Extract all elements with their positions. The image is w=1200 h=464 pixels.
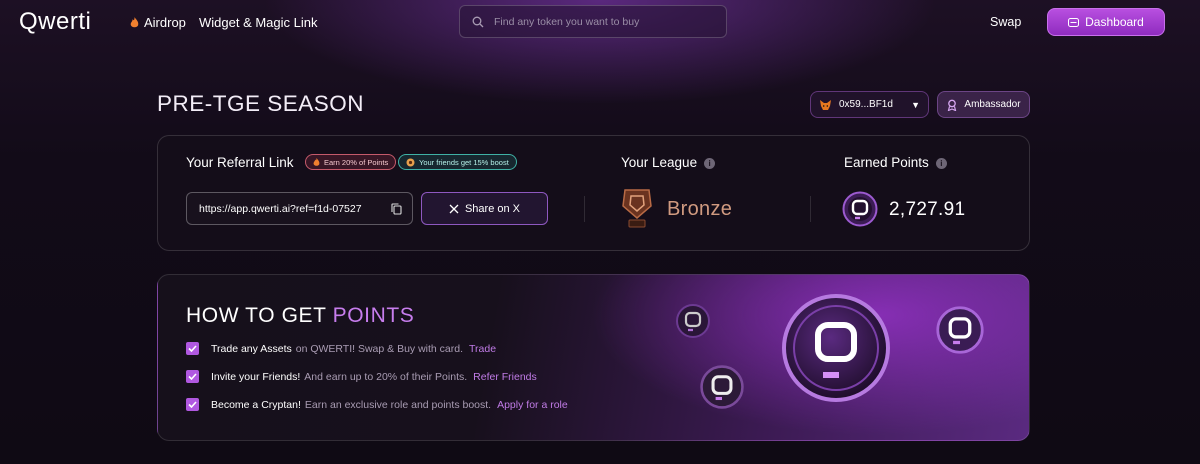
ambassador-icon xyxy=(948,99,957,111)
x-logo-icon xyxy=(449,204,459,213)
share-on-x-button[interactable]: Share on X xyxy=(421,192,548,225)
nav-widget-label: Widget & Magic Link xyxy=(199,15,318,30)
task-item: Trade any Assets on QWERTI! Swap & Buy w… xyxy=(186,342,496,355)
task-description: And earn up to 20% of their Points. xyxy=(304,370,468,383)
earned-points-value: 2,727.91 xyxy=(889,199,966,220)
checkbox-checked-icon xyxy=(186,398,199,411)
wallet-address: 0x59...BF1d xyxy=(839,99,893,110)
task-item: Become a Cryptan! Earn an exclusive role… xyxy=(186,398,568,411)
search-icon xyxy=(472,16,484,27)
task-item: Invite your Friends! And earn up to 20% … xyxy=(186,370,537,383)
flame-icon xyxy=(130,16,139,27)
apply-for-role-link[interactable]: Apply for a role xyxy=(497,399,568,411)
ambassador-label: Ambassador xyxy=(964,99,1021,110)
qwerti-coin-icon xyxy=(700,365,744,409)
season-title: PRE-TGE SEASON xyxy=(157,91,365,116)
copy-icon[interactable] xyxy=(391,203,402,215)
dashboard-label: Dashboard xyxy=(1085,15,1144,29)
how-to-title-main: HOW TO GET xyxy=(186,304,327,327)
flame-icon xyxy=(313,157,320,166)
checkbox-checked-icon xyxy=(186,370,199,383)
share-label: Share on X xyxy=(464,202,521,215)
metamask-fox-icon xyxy=(820,99,831,110)
refer-friends-link[interactable]: Refer Friends xyxy=(473,371,537,383)
trade-link[interactable]: Trade xyxy=(469,343,496,355)
how-to-title-accent: POINTS xyxy=(332,304,415,327)
qwerti-coin-icon xyxy=(936,306,984,354)
info-icon[interactable]: i xyxy=(704,157,716,169)
league-label: Your League i xyxy=(621,155,716,170)
divider xyxy=(584,196,585,222)
dashboard-button[interactable]: Dashboard xyxy=(1047,8,1165,36)
league-name: Bronze xyxy=(667,198,733,220)
qwerti-coin-icon xyxy=(842,191,878,227)
referral-card: Your Referral Link Earn 20% of Points Yo… xyxy=(157,135,1030,251)
checkbox-checked-icon xyxy=(186,342,199,355)
info-icon[interactable]: i xyxy=(935,157,947,169)
task-title: Invite your Friends! xyxy=(211,370,301,383)
task-title: Become a Cryptan! xyxy=(211,398,301,411)
wallet-dropdown[interactable]: 0x59...BF1d ▼ xyxy=(810,91,929,118)
referral-link-field[interactable]: https://app.qwerti.ai?ref=f1d-07527 xyxy=(186,192,413,225)
qwerti-coin-large-icon xyxy=(782,294,890,402)
nav-airdrop[interactable]: Airdrop xyxy=(130,15,186,30)
nav-widget-magic-link[interactable]: Widget & Magic Link xyxy=(199,15,318,30)
task-description: on QWERTI! Swap & Buy with card. xyxy=(295,342,464,355)
earned-points-label-text: Earned Points xyxy=(844,155,929,170)
nav-airdrop-label: Airdrop xyxy=(144,15,186,30)
how-to-title: HOW TO GET POINTS xyxy=(186,304,414,328)
league-label-text: Your League xyxy=(621,155,698,170)
friends-boost-badge: Your friends get 15% boost xyxy=(398,154,517,170)
search-input[interactable] xyxy=(494,15,714,28)
qwerti-coin-icon xyxy=(676,304,710,338)
divider xyxy=(810,196,811,222)
task-description: Earn an exclusive role and points boost. xyxy=(304,398,492,411)
nav-swap[interactable]: Swap xyxy=(990,15,1021,29)
ambassador-badge-button[interactable]: Ambassador xyxy=(937,91,1030,118)
qwerti-logo[interactable]: Qwerti xyxy=(19,8,91,36)
chevron-down-icon: ▼ xyxy=(911,99,920,110)
earn-points-badge: Earn 20% of Points xyxy=(305,154,397,170)
how-to-get-points-card: HOW TO GET POINTS Trade any Assets on QW… xyxy=(157,274,1030,441)
earn-points-badge-label: Earn 20% of Points xyxy=(324,157,389,167)
friends-boost-badge-label: Your friends get 15% boost xyxy=(419,157,509,167)
top-nav: Qwerti Airdrop Widget & Magic Link Swap … xyxy=(0,0,1200,44)
task-title: Trade any Assets xyxy=(211,342,292,355)
referral-link-value: https://app.qwerti.ai?ref=f1d-07527 xyxy=(199,202,362,215)
bronze-shield-icon xyxy=(622,189,652,228)
boost-icon xyxy=(406,158,415,166)
token-search[interactable] xyxy=(459,5,727,38)
earned-points-label: Earned Points i xyxy=(844,155,947,170)
dashboard-icon xyxy=(1068,17,1080,27)
referral-link-label: Your Referral Link xyxy=(186,155,294,170)
